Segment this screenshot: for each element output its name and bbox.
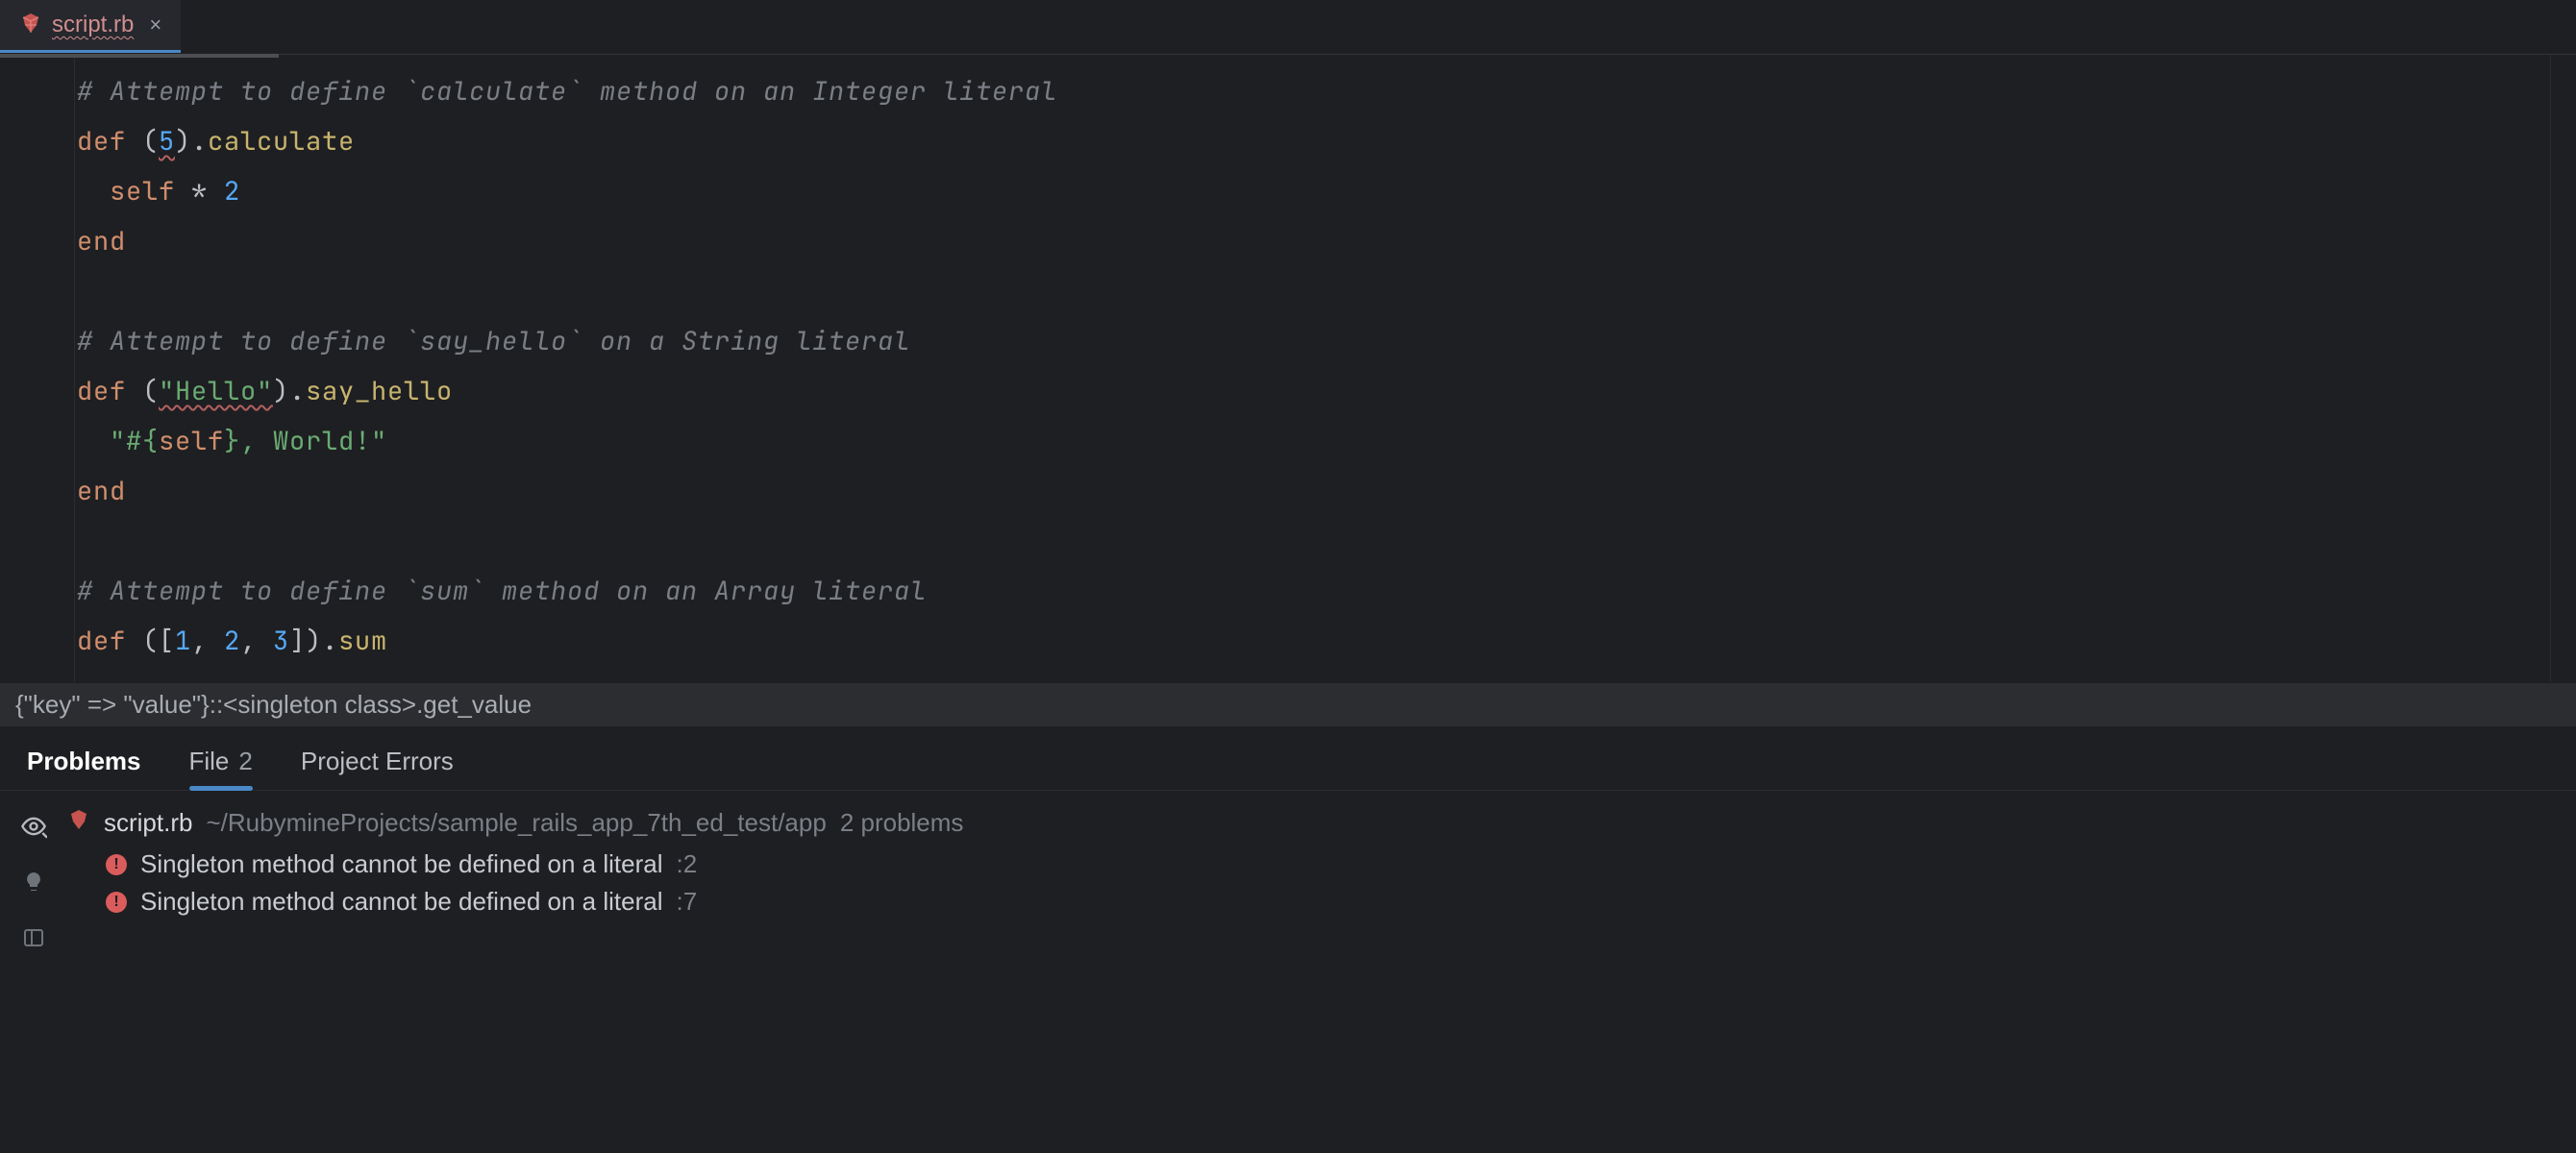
tab-label: Problems [27, 747, 141, 775]
tab-label: File [189, 747, 230, 775]
panel-tabbar: Problems File 2 Project Errors [0, 727, 2576, 791]
kw-end: end [77, 224, 126, 258]
kw-end: end [77, 474, 126, 508]
problems-file-row[interactable]: script.rb ~/RubymineProjects/sample_rail… [67, 804, 2576, 846]
error-icon: ! [106, 854, 127, 875]
problem-message: Singleton method cannot be defined on a … [140, 887, 663, 917]
problems-list: script.rb ~/RubymineProjects/sample_rail… [67, 804, 2576, 1149]
kw-def: def [77, 624, 126, 658]
layout-icon[interactable] [19, 923, 48, 952]
literal-int: 3 [273, 624, 289, 658]
file-problem-count: 2 problems [840, 808, 964, 838]
literal-int: 2 [224, 624, 240, 658]
code-text: ). [273, 374, 306, 408]
code-editor[interactable]: # Attempt to define `calculate` method o… [0, 54, 2576, 682]
kw-self: self [110, 174, 175, 209]
string-part: "#{ [110, 424, 159, 458]
tab-filename: script.rb [52, 12, 134, 38]
code-comment: # Attempt to define `sum` method on an A… [77, 574, 927, 608]
code-text: , [191, 624, 224, 658]
editor-tabbar: script.rb × [0, 0, 2576, 54]
problem-location: :7 [677, 887, 698, 917]
problem-location: :2 [677, 849, 698, 879]
problem-item[interactable]: ! Singleton method cannot be defined on … [67, 883, 2576, 920]
problem-item[interactable]: ! Singleton method cannot be defined on … [67, 846, 2576, 883]
method-name: calculate [208, 124, 355, 159]
editor-gutter [0, 55, 75, 682]
literal-string: "Hello" [159, 374, 273, 408]
tab-project-errors[interactable]: Project Errors [297, 733, 458, 790]
ruby-icon [67, 808, 90, 838]
code-text: * [175, 174, 224, 209]
tab-count: 2 [238, 747, 252, 775]
editor-marker-strip[interactable] [2551, 55, 2576, 682]
code-text: ]). [289, 624, 338, 658]
code-text: , [240, 624, 273, 658]
code-text: ). [175, 124, 208, 159]
breadcrumb-text: {"key" => "value"}::<singleton class>.ge… [15, 690, 532, 720]
eye-icon[interactable] [19, 812, 48, 841]
panel-body: script.rb ~/RubymineProjects/sample_rail… [0, 791, 2576, 1149]
indent [77, 174, 110, 209]
breadcrumb[interactable]: {"key" => "value"}::<singleton class>.ge… [0, 682, 2576, 726]
code-comment: # Attempt to define `calculate` method o… [77, 74, 1057, 109]
tab-label: Project Errors [301, 747, 454, 775]
close-icon[interactable]: × [143, 12, 161, 37]
literal-int: 2 [224, 174, 240, 209]
file-path: ~/RubymineProjects/sample_rails_app_7th_… [206, 808, 826, 838]
literal-int: 5 [159, 124, 175, 159]
tab-script-rb[interactable]: script.rb × [0, 0, 181, 53]
error-icon: ! [106, 892, 127, 913]
problems-panel: Problems File 2 Project Errors [0, 726, 2576, 1149]
code-text: ( [126, 124, 159, 159]
method-name: sum [338, 624, 387, 658]
tab-problems[interactable]: Problems [23, 733, 145, 790]
bulb-icon[interactable] [19, 868, 48, 896]
indent [77, 424, 110, 458]
method-name: say_hello [306, 374, 453, 408]
kw-def: def [77, 374, 126, 408]
panel-side-toolbar [0, 804, 67, 1149]
code-comment: # Attempt to define `say_hello` on a Str… [77, 324, 910, 358]
problem-message: Singleton method cannot be defined on a … [140, 849, 663, 879]
literal-int: 1 [175, 624, 191, 658]
tab-scroll-indicator [0, 54, 279, 58]
code-area[interactable]: # Attempt to define `calculate` method o… [75, 55, 2551, 682]
ruby-icon [19, 12, 42, 39]
kw-def: def [77, 124, 126, 159]
file-name: script.rb [104, 808, 192, 838]
code-text: ([ [126, 624, 175, 658]
kw-self: self [159, 424, 224, 458]
string-part: }, World!" [224, 424, 387, 458]
code-text: ( [126, 374, 159, 408]
tab-file[interactable]: File 2 [186, 733, 257, 790]
